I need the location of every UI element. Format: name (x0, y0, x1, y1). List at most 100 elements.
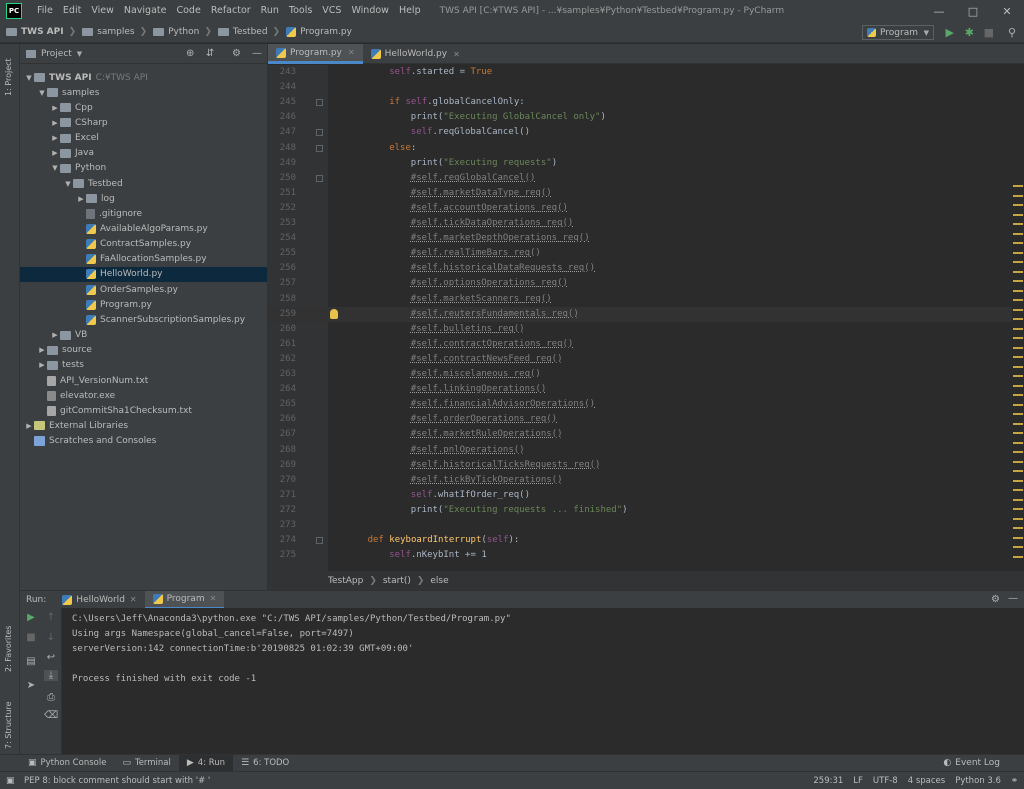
warning-marker[interactable] (1013, 223, 1023, 225)
code-line[interactable]: 263 #self.miscelaneous_req() (268, 367, 1012, 382)
code-line[interactable]: 265 #self.financialAdvisorOperations() (268, 397, 1012, 412)
tree-item[interactable]: Program.py (20, 297, 267, 312)
trash-icon[interactable]: ⌫ (44, 710, 58, 721)
search-icon[interactable]: ⚲ (1008, 26, 1016, 39)
error-stripe[interactable] (1012, 65, 1024, 571)
code-line[interactable]: 251 #self.marketDataType_req() (268, 186, 1012, 201)
code-line[interactable]: 271 self.whatIfOrder_req() (268, 488, 1012, 503)
warning-marker[interactable] (1013, 536, 1023, 539)
soft-wrap-icon[interactable]: ↩ (44, 652, 58, 663)
code-line[interactable]: 270 #self.tickByTickOperations() (268, 473, 1012, 488)
code-line[interactable]: 258 #self.marketScanners_req() (268, 292, 1012, 307)
code-line[interactable]: 246 print("Executing GlobalCancel only") (268, 110, 1012, 125)
chevron-right-icon[interactable]: ▶ (76, 195, 86, 203)
warning-marker[interactable] (1013, 432, 1023, 434)
warning-marker[interactable] (1013, 498, 1023, 501)
todo-tool-button[interactable]: ☰ 6: TODO (233, 755, 297, 772)
debug-icon[interactable]: ✱ (965, 26, 974, 39)
code-line[interactable]: 268 #self.pnlOperations() (268, 443, 1012, 458)
tree-item[interactable]: FaAllocationSamples.py (20, 252, 267, 267)
tree-item[interactable]: Scratches and Consoles (20, 434, 267, 449)
warning-marker[interactable] (1013, 470, 1023, 472)
pin-icon[interactable]: ➤ (24, 680, 38, 691)
warning-marker[interactable] (1013, 242, 1023, 244)
code-line[interactable]: 267 #self.marketRuleOperations() (268, 427, 1012, 442)
warning-marker[interactable] (1013, 375, 1023, 377)
warning-marker[interactable] (1013, 356, 1023, 358)
warning-marker[interactable] (1013, 337, 1023, 339)
run-icon[interactable]: ▶ (946, 26, 954, 39)
warning-marker[interactable] (1013, 346, 1023, 349)
code-line[interactable]: 269 #self.historicalTicksRequests_req() (268, 458, 1012, 473)
tree-item[interactable]: gitCommitSha1Checksum.txt (20, 403, 267, 418)
code-line[interactable]: 256 #self.historicalDataRequests_req() (268, 261, 1012, 276)
code-line[interactable]: 262 #self.contractNewsFeed_req() (268, 352, 1012, 367)
warning-marker[interactable] (1013, 394, 1023, 396)
warning-marker[interactable] (1013, 460, 1023, 463)
tree-item[interactable]: elevator.exe (20, 388, 267, 403)
event-log-button[interactable]: ◐ Event Log (943, 758, 1000, 768)
file-encoding[interactable]: UTF-8 (873, 776, 898, 786)
run-tab[interactable]: HelloWorld ✕ (54, 591, 144, 609)
tree-item[interactable]: ▶ External Libraries (20, 418, 267, 433)
warning-marker[interactable] (1013, 308, 1023, 311)
tree-item[interactable]: ▶ Excel (20, 131, 267, 146)
warning-marker[interactable] (1013, 318, 1023, 320)
tree-item[interactable]: ▼ Testbed (20, 176, 267, 191)
code-breadcrumb-item[interactable]: TestApp (328, 576, 363, 586)
code-line[interactable]: 249 print("Executing requests") (268, 156, 1012, 171)
tool-windows-toggle-icon[interactable]: ▣ (6, 776, 15, 786)
terminal-tool-button[interactable]: ▭ Terminal (114, 755, 178, 772)
code-line[interactable]: 252 #self.accountOperations_req() (268, 201, 1012, 216)
warning-marker[interactable] (1013, 327, 1023, 330)
chevron-down-icon[interactable]: ▼ (63, 180, 73, 188)
lightbulb-icon[interactable] (330, 308, 338, 319)
breadcrumb-item[interactable]: Program.py (280, 27, 352, 37)
chevron-right-icon[interactable]: ▶ (50, 134, 60, 142)
menu-window[interactable]: Window (346, 0, 393, 22)
warning-marker[interactable] (1013, 508, 1023, 510)
warning-marker[interactable] (1013, 261, 1023, 263)
run-configuration-select[interactable]: Program ▼ (862, 25, 934, 40)
maximize-icon[interactable]: □ (956, 0, 990, 22)
tree-item[interactable]: ▼ TWS API C:¥TWS API (20, 70, 267, 85)
warning-marker[interactable] (1013, 289, 1023, 292)
structure-tool-button[interactable]: 7: Structure (4, 701, 13, 749)
collapse-all-icon[interactable]: ⇵ (206, 48, 214, 59)
breadcrumb-item[interactable]: TWS API ❯ (0, 27, 76, 37)
chevron-right-icon[interactable]: ▶ (37, 346, 47, 354)
warning-marker[interactable] (1013, 546, 1023, 548)
tree-item[interactable]: ▶ VB (20, 328, 267, 343)
warning-marker[interactable] (1013, 479, 1023, 482)
breadcrumb-item[interactable]: Testbed ❯ (212, 27, 280, 37)
tree-item[interactable]: ContractSamples.py (20, 237, 267, 252)
chevron-right-icon[interactable]: ▶ (37, 361, 47, 369)
code-line[interactable]: 247 self.reqGlobalCancel() (268, 125, 1012, 140)
tree-item[interactable]: AvailableAlgoParams.py (20, 222, 267, 237)
chevron-right-icon[interactable]: ▶ (24, 422, 34, 430)
caret-position[interactable]: 259:31 (813, 776, 843, 786)
scroll-to-end-icon[interactable]: ⤓ (44, 670, 58, 681)
chevron-down-icon[interactable]: ▼ (37, 89, 47, 97)
warning-marker[interactable] (1013, 441, 1023, 444)
warning-marker[interactable] (1013, 280, 1023, 282)
chevron-down-icon[interactable]: ▼ (77, 50, 82, 58)
tree-item[interactable]: .gitignore (20, 206, 267, 221)
run-tool-button[interactable]: ▶ 4: Run (178, 754, 234, 772)
gear-icon[interactable]: ⚙ (991, 594, 1000, 605)
hide-icon[interactable]: — (252, 48, 262, 59)
code-line[interactable]: 257 #self.optionsOperations_req() (268, 276, 1012, 291)
chevron-right-icon[interactable]: ▶ (50, 149, 60, 157)
editor-tab[interactable]: Program.py ✕ (268, 44, 363, 64)
menu-refactor[interactable]: Refactor (206, 0, 256, 22)
warning-marker[interactable] (1013, 270, 1023, 273)
code-line[interactable]: 261 #self.contractOperations_req() (268, 337, 1012, 352)
menu-navigate[interactable]: Navigate (119, 0, 172, 22)
fold-marker-icon[interactable] (316, 99, 323, 107)
warning-marker[interactable] (1013, 365, 1023, 368)
code-line[interactable]: 244 (268, 80, 1012, 95)
tree-item[interactable]: HelloWorld.py (20, 266, 267, 282)
menu-run[interactable]: Run (256, 0, 284, 22)
up-arrow-icon[interactable]: ↑ (44, 612, 58, 623)
warning-marker[interactable] (1013, 232, 1023, 235)
